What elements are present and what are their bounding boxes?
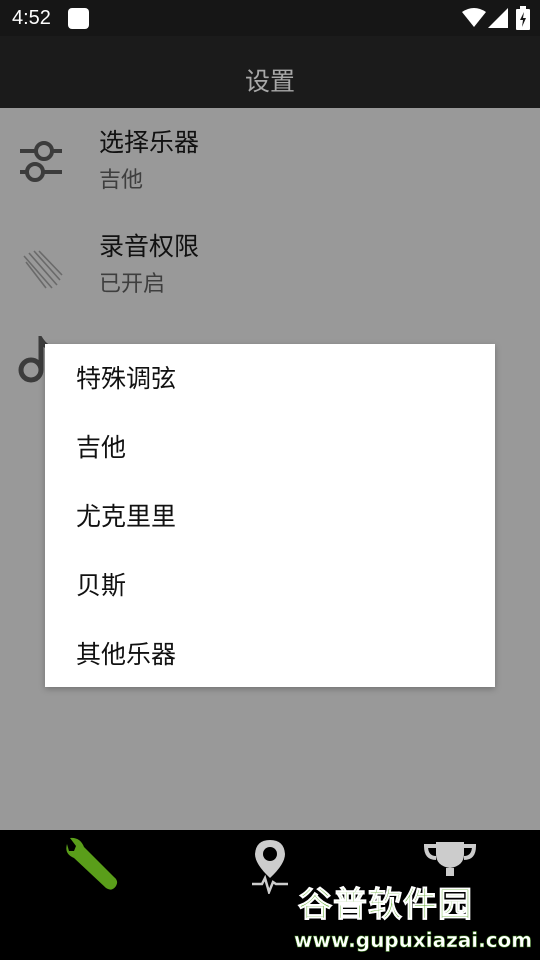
setting-value: 吉他 xyxy=(99,168,144,193)
sliders-icon xyxy=(20,141,62,182)
dialog-option-ukulele[interactable]: 尤克里里 xyxy=(45,482,495,551)
location-pulse-icon xyxy=(252,840,288,894)
battery-charging-icon xyxy=(516,6,530,30)
nav-tuner[interactable] xyxy=(0,830,180,960)
wrench-icon xyxy=(66,837,118,890)
dialog-option-special-tuning[interactable]: 特殊调弦 xyxy=(45,344,495,413)
notification-icon xyxy=(68,8,89,29)
signal-icon xyxy=(488,8,508,28)
app-bar: 设置 xyxy=(0,36,540,108)
dialog-option-guitar[interactable]: 吉他 xyxy=(45,413,495,482)
page-title: 设置 xyxy=(244,67,295,96)
setting-title: 选择乐器 xyxy=(99,128,200,157)
wifi-icon xyxy=(462,8,486,27)
dialog-option-bass[interactable]: 贝斯 xyxy=(45,551,495,620)
trophy-icon xyxy=(424,842,476,876)
instrument-dialog: 特殊调弦 吉他 尤克里里 贝斯 其他乐器 xyxy=(45,344,495,687)
watermark-title: 谷普软件园 xyxy=(298,885,473,925)
watermark-url: www.gupuxiazai.com xyxy=(294,928,533,953)
setting-select-instrument[interactable]: 选择乐器 吉他 xyxy=(0,108,540,212)
record-permission-icon xyxy=(23,250,63,289)
setting-record-permission[interactable]: 录音权限 已开启 xyxy=(0,212,540,316)
watermark: 谷普软件园 www.gupuxiazai.com xyxy=(294,884,538,956)
setting-value: 已开启 xyxy=(99,272,166,297)
dialog-option-other[interactable]: 其他乐器 xyxy=(45,620,495,689)
status-bar: 4:52 xyxy=(0,0,540,36)
setting-title: 录音权限 xyxy=(99,232,200,261)
status-time: 4:52 xyxy=(12,7,51,29)
